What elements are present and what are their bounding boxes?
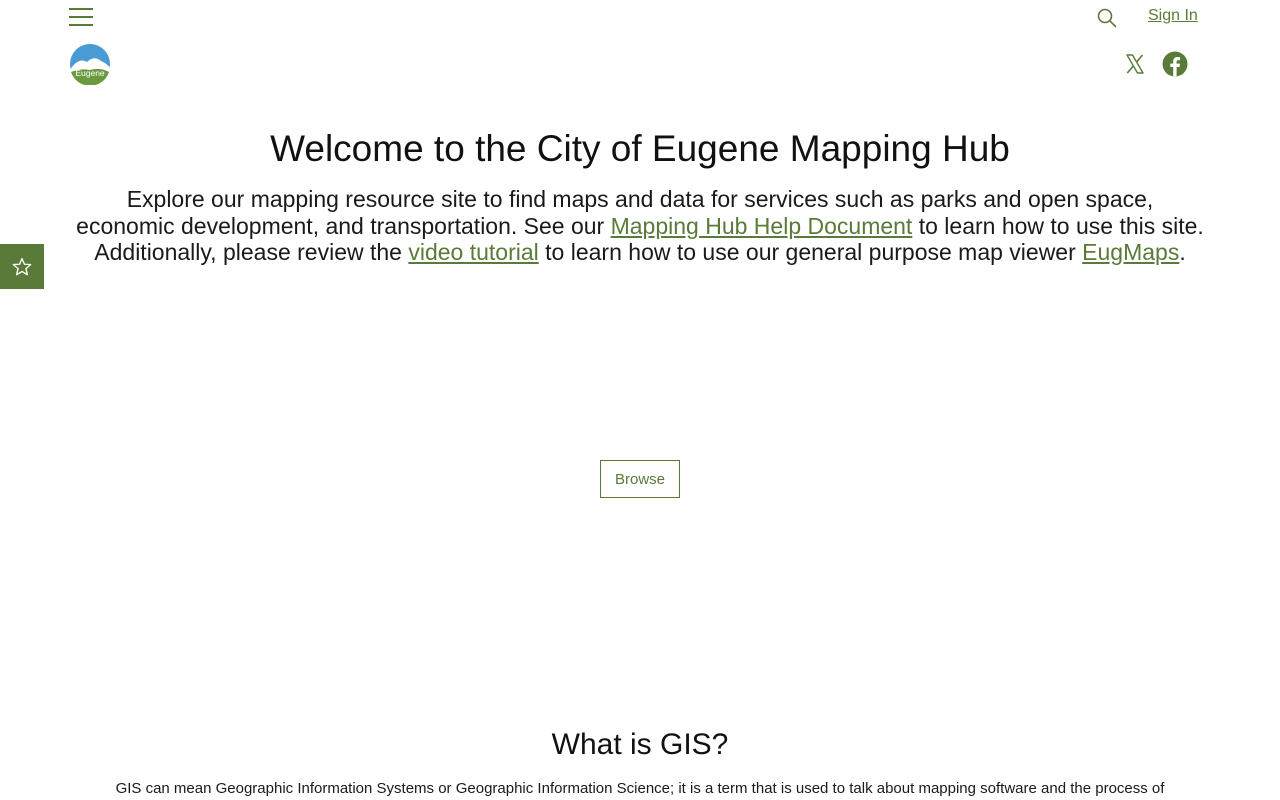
logo-text: Eugene — [75, 68, 105, 78]
x-twitter-icon[interactable] — [1124, 53, 1146, 75]
page: Eugene Sign In Welcome to the City of Eu… — [0, 0, 1280, 800]
hero-desc-text-3: to learn how to use our general purpose … — [538, 239, 1083, 265]
gis-section-title: What is GIS? — [551, 728, 729, 761]
video-tutorial-link[interactable]: video tutorial — [408, 239, 538, 265]
eugmaps-link[interactable]: EugMaps — [1082, 239, 1179, 265]
star-icon — [12, 257, 32, 275]
follow-star-button[interactable] — [0, 244, 44, 289]
hero-description: Explore our mapping resource site to fin… — [75, 186, 1205, 266]
browse-button[interactable]: Browse — [600, 460, 680, 498]
hero-title: Welcome to the City of Eugene Mapping Hu… — [270, 128, 1010, 169]
hero-desc-text-4: . — [1179, 239, 1186, 265]
hamburger-menu-icon[interactable] — [69, 7, 93, 27]
eugene-logo[interactable]: Eugene — [69, 43, 111, 85]
help-document-link[interactable]: Mapping Hub Help Document — [611, 213, 913, 239]
gis-section-text: GIS can mean Geographic Information Syst… — [115, 780, 1165, 797]
facebook-icon[interactable] — [1162, 51, 1188, 77]
sign-in-link[interactable]: Sign In — [1148, 7, 1198, 25]
search-icon[interactable] — [1096, 7, 1118, 29]
